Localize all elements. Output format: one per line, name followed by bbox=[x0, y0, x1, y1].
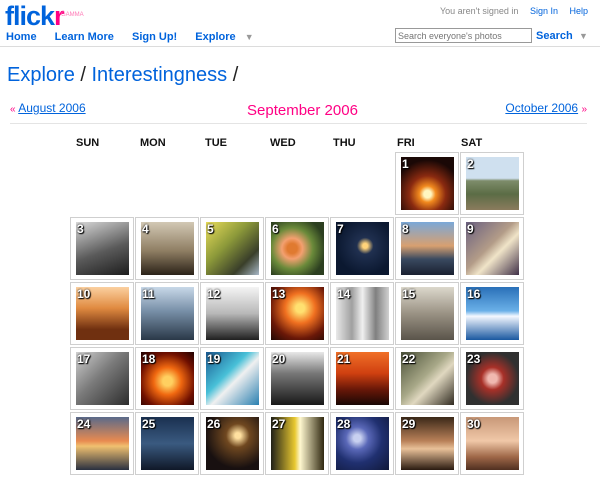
day-number: 9 bbox=[467, 222, 474, 236]
month-navigation: « August 2006 September 2006 October 200… bbox=[10, 98, 587, 124]
day-number: 24 bbox=[77, 417, 91, 431]
chevron-down-icon[interactable]: ▼ bbox=[245, 32, 254, 42]
day-number: 7 bbox=[337, 222, 344, 236]
day-number: 1 bbox=[402, 157, 409, 171]
logo-gamma-tag: GAMMA bbox=[61, 12, 84, 18]
chevron-down-icon[interactable]: ▼ bbox=[579, 31, 588, 41]
day-cell-4[interactable]: 4 bbox=[135, 217, 199, 280]
day-cell-3[interactable]: 3 bbox=[70, 217, 134, 280]
next-month-label: October 2006 bbox=[505, 101, 579, 115]
nav-learn-more[interactable]: Learn More bbox=[55, 31, 114, 43]
day-number: 18 bbox=[142, 352, 156, 366]
day-cell-27[interactable]: 27 bbox=[265, 412, 329, 475]
day-number: 6 bbox=[272, 222, 279, 236]
day-cell-11[interactable]: 11 bbox=[135, 282, 199, 345]
day-cell-20[interactable]: 20 bbox=[265, 347, 329, 410]
day-cell-24[interactable]: 24 bbox=[70, 412, 134, 475]
breadcrumb-separator: / bbox=[232, 64, 239, 86]
account-links: You aren't signed in Sign In Help bbox=[440, 6, 588, 16]
day-cell-18[interactable]: 18 bbox=[135, 347, 199, 410]
day-cell-5[interactable]: 5 bbox=[200, 217, 264, 280]
day-cell-2[interactable]: 2 bbox=[460, 152, 524, 215]
day-number: 5 bbox=[207, 222, 214, 236]
day-cell-29[interactable]: 29 bbox=[395, 412, 459, 475]
day-number: 8 bbox=[402, 222, 409, 236]
day-cell-8[interactable]: 8 bbox=[395, 217, 459, 280]
sign-in-link[interactable]: Sign In bbox=[530, 6, 558, 16]
day-number: 21 bbox=[337, 352, 351, 366]
prev-month-label: August 2006 bbox=[18, 101, 86, 115]
search-button[interactable]: Search bbox=[536, 30, 573, 42]
day-number: 19 bbox=[207, 352, 221, 366]
current-month: September 2006 bbox=[247, 102, 358, 119]
help-link[interactable]: Help bbox=[569, 6, 588, 16]
breadcrumb-explore[interactable]: Explore bbox=[7, 64, 75, 86]
day-number: 13 bbox=[272, 287, 286, 301]
day-cell-9[interactable]: 9 bbox=[460, 217, 524, 280]
breadcrumb-interestingness[interactable]: Interestingness bbox=[92, 64, 228, 86]
day-cell-28[interactable]: 28 bbox=[330, 412, 394, 475]
weekday-mon: MON bbox=[140, 137, 166, 149]
day-number: 11 bbox=[142, 287, 155, 301]
day-number: 23 bbox=[467, 352, 481, 366]
header-bar: flickr GAMMA You aren't signed in Sign I… bbox=[0, 0, 600, 47]
day-number: 27 bbox=[272, 417, 286, 431]
logo-text-blue: flick bbox=[5, 1, 55, 31]
day-number: 16 bbox=[467, 287, 481, 301]
weekday-sun: SUN bbox=[76, 137, 100, 149]
double-chevron-right-icon: » bbox=[581, 104, 587, 115]
day-number: 22 bbox=[402, 352, 416, 366]
day-number: 20 bbox=[272, 352, 286, 366]
search-input[interactable] bbox=[395, 28, 532, 43]
day-number: 3 bbox=[77, 222, 84, 236]
day-cell-14[interactable]: 14 bbox=[330, 282, 394, 345]
day-number: 25 bbox=[142, 417, 156, 431]
day-number: 29 bbox=[402, 417, 416, 431]
breadcrumb-separator: / bbox=[80, 64, 86, 86]
day-cell-7[interactable]: 7 bbox=[330, 217, 394, 280]
next-month-link[interactable]: October 2006 » bbox=[505, 101, 587, 115]
day-cell-12[interactable]: 12 bbox=[200, 282, 264, 345]
prev-month-link[interactable]: « August 2006 bbox=[10, 101, 86, 115]
nav-explore[interactable]: Explore bbox=[195, 31, 235, 43]
day-cell-25[interactable]: 25 bbox=[135, 412, 199, 475]
day-cell-19[interactable]: 19 bbox=[200, 347, 264, 410]
day-cell-13[interactable]: 13 bbox=[265, 282, 329, 345]
double-chevron-left-icon: « bbox=[10, 104, 16, 115]
day-cell-1[interactable]: 1 bbox=[395, 152, 459, 215]
weekday-tue: TUE bbox=[205, 137, 227, 149]
flickr-logo[interactable]: flickr GAMMA bbox=[5, 1, 84, 31]
day-cell-10[interactable]: 10 bbox=[70, 282, 134, 345]
signed-in-status: You aren't signed in bbox=[439, 6, 519, 16]
calendar-grid: 1 2 3 4 5 6 7 8 9 10 11 12 13 14 15 16 17 18 19 20 21 22 23 24 2… bbox=[70, 152, 525, 475]
day-number: 15 bbox=[402, 287, 416, 301]
day-number: 30 bbox=[467, 417, 481, 431]
weekday-wed: WED bbox=[270, 137, 296, 149]
weekday-fri: FRI bbox=[397, 137, 415, 149]
day-cell-30[interactable]: 30 bbox=[460, 412, 524, 475]
day-cell-6[interactable]: 6 bbox=[265, 217, 329, 280]
day-number: 26 bbox=[207, 417, 221, 431]
day-number: 2 bbox=[467, 157, 474, 171]
page-title: Explore / Interestingness / bbox=[7, 64, 238, 87]
nav-home[interactable]: Home bbox=[6, 31, 37, 43]
day-cell-23[interactable]: 23 bbox=[460, 347, 524, 410]
day-number: 10 bbox=[77, 287, 91, 301]
day-cell-22[interactable]: 22 bbox=[395, 347, 459, 410]
day-cell-17[interactable]: 17 bbox=[70, 347, 134, 410]
day-number: 12 bbox=[207, 287, 221, 301]
weekday-sat: SAT bbox=[461, 137, 483, 149]
nav-sign-up[interactable]: Sign Up! bbox=[132, 31, 177, 43]
main-nav: Home Learn More Sign Up! Explore ▼ bbox=[6, 31, 254, 43]
day-number: 17 bbox=[77, 352, 91, 366]
weekday-thu: THU bbox=[333, 137, 356, 149]
day-number: 4 bbox=[142, 222, 149, 236]
day-number: 14 bbox=[337, 287, 351, 301]
day-cell-21[interactable]: 21 bbox=[330, 347, 394, 410]
day-cell-16[interactable]: 16 bbox=[460, 282, 524, 345]
day-number: 28 bbox=[337, 417, 351, 431]
day-cell-26[interactable]: 26 bbox=[200, 412, 264, 475]
day-cell-15[interactable]: 15 bbox=[395, 282, 459, 345]
